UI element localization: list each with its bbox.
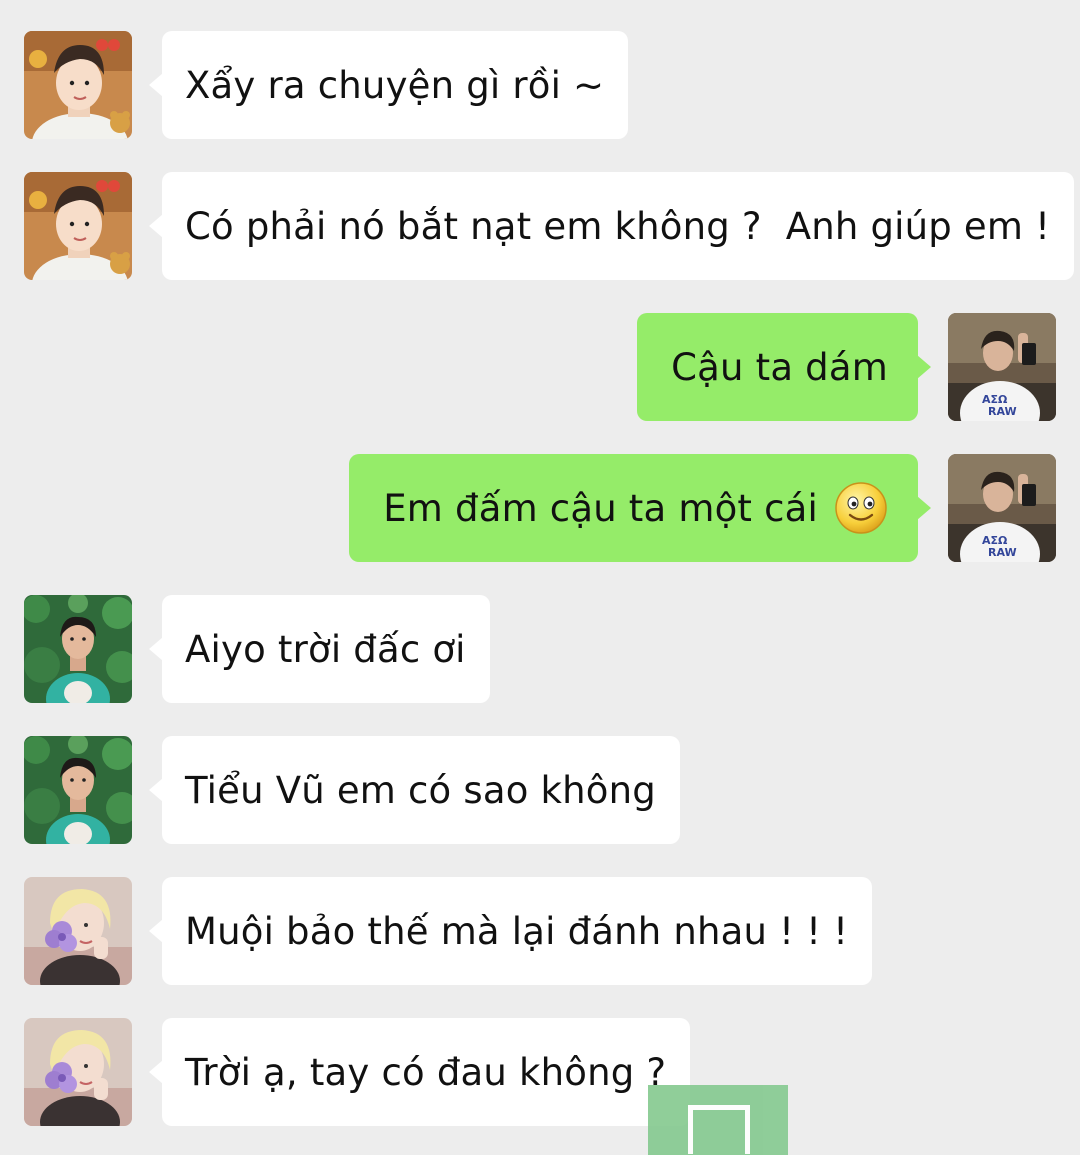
smiley-emoji-icon bbox=[834, 481, 888, 535]
message-bubble[interactable]: Aiyo trời đấc ơi bbox=[149, 595, 490, 703]
message-row: Cậu ta dám bbox=[0, 313, 1080, 421]
message-bubble[interactable]: Tiểu Vũ em có sao không bbox=[149, 736, 680, 844]
message-text: Muội bảo thế mà lại đánh nhau ! ! ! bbox=[185, 909, 849, 953]
message-text: Xẩy ra chuyện gì rồi ~ bbox=[185, 63, 605, 107]
message-row: Xẩy ra chuyện gì rồi ~ bbox=[0, 31, 1080, 139]
message-text: Tiểu Vũ em có sao không bbox=[185, 768, 656, 812]
message-row: Aiyo trời đấc ơi bbox=[0, 595, 1080, 703]
avatar-boy-leaves[interactable] bbox=[24, 595, 132, 703]
message-bubble[interactable]: Muội bảo thế mà lại đánh nhau ! ! ! bbox=[148, 877, 873, 985]
avatar-blonde-flower[interactable] bbox=[24, 877, 132, 985]
avatar-boy-leaves[interactable] bbox=[24, 736, 132, 844]
message-row: Em đấm cậu ta một cái bbox=[0, 454, 1080, 562]
watermark bbox=[375, 1085, 795, 1155]
message-text: Em đấm cậu ta một cái bbox=[383, 486, 818, 530]
message-text: Cậu ta dám bbox=[671, 345, 888, 389]
message-row: Muội bảo thế mà lại đánh nhau ! ! ! bbox=[0, 877, 1080, 985]
message-row: Có phải nó bắt nạt em không ? Anh giúp e… bbox=[0, 172, 1080, 280]
avatar-boy-mirror-selfie[interactable] bbox=[948, 313, 1056, 421]
message-text: Có phải nó bắt nạt em không ? Anh giúp e… bbox=[185, 204, 1051, 248]
avatar-boy-stickers[interactable] bbox=[24, 172, 132, 280]
message-bubble[interactable]: Cậu ta dám bbox=[637, 313, 931, 421]
message-bubble[interactable]: Xẩy ra chuyện gì rồi ~ bbox=[148, 31, 629, 139]
avatar-boy-stickers[interactable] bbox=[24, 31, 132, 139]
avatar-boy-mirror-selfie[interactable] bbox=[948, 454, 1056, 562]
watermark-logo-icon bbox=[648, 1085, 788, 1155]
message-bubble[interactable]: Có phải nó bắt nạt em không ? Anh giúp e… bbox=[148, 172, 1075, 280]
message-text: Aiyo trời đấc ơi bbox=[185, 627, 466, 671]
message-row: Tiểu Vũ em có sao không bbox=[0, 736, 1080, 844]
message-bubble[interactable]: Em đấm cậu ta một cái bbox=[349, 454, 931, 562]
avatar-blonde-flower[interactable] bbox=[24, 1018, 132, 1126]
